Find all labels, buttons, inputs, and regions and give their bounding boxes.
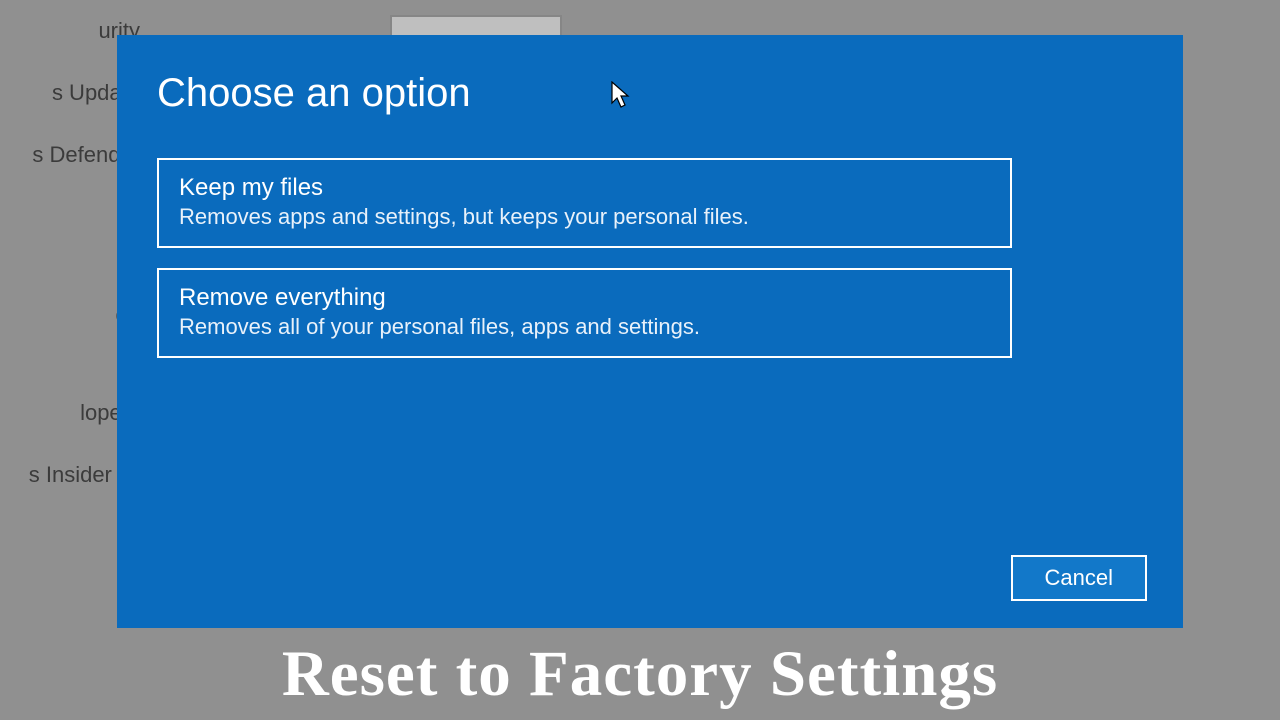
cancel-button[interactable]: Cancel <box>1011 555 1147 601</box>
video-caption-bar: Reset to Factory Settings <box>0 628 1280 720</box>
option-description: Removes apps and settings, but keeps you… <box>179 204 990 230</box>
video-caption-text: Reset to Factory Settings <box>282 637 998 712</box>
reset-pc-dialog: Choose an option Keep my files Removes a… <box>117 35 1183 629</box>
option-title: Keep my files <box>179 174 990 202</box>
dialog-title: Choose an option <box>157 71 1143 116</box>
option-title: Remove everything <box>179 284 990 312</box>
option-description: Removes all of your personal files, apps… <box>179 314 990 340</box>
cancel-button-label: Cancel <box>1045 565 1113 590</box>
option-keep-my-files[interactable]: Keep my files Removes apps and settings,… <box>157 158 1012 248</box>
option-remove-everything[interactable]: Remove everything Removes all of your pe… <box>157 268 1012 358</box>
